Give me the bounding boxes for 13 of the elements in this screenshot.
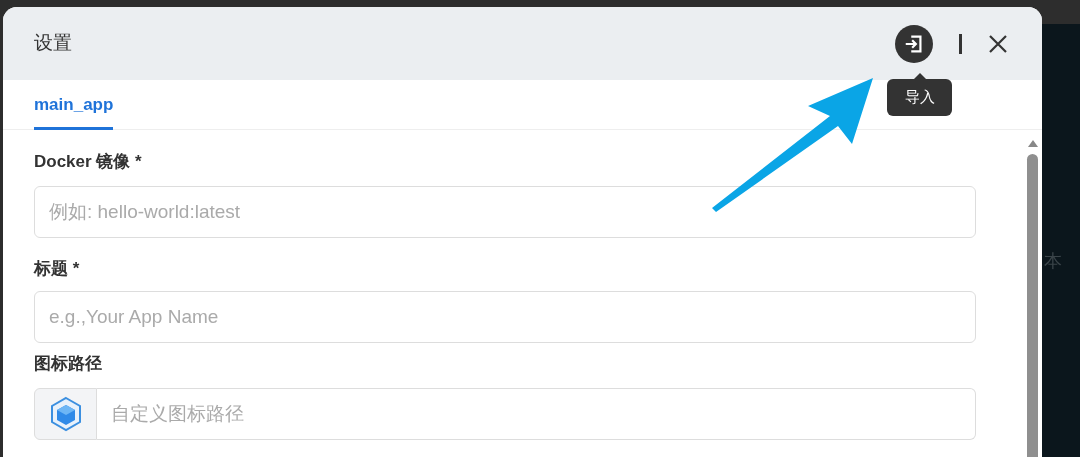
tooltip: 导入 <box>887 73 952 116</box>
field-label: 图标路径 <box>34 353 103 375</box>
input-field[interactable]: e.g.,Your App Name <box>34 291 976 343</box>
input-field[interactable]: 自定义图标路径 <box>97 387 976 440</box>
tab[interactable]: main_app <box>34 80 114 130</box>
field-label: 标题 * <box>34 257 81 280</box>
close-icon[interactable] <box>988 33 1008 54</box>
scrollbar[interactable] <box>1027 140 1039 457</box>
import-button[interactable] <box>895 24 933 63</box>
input-field[interactable]: 例如: hello-world:latest <box>34 185 976 238</box>
field-label: Docker 镜像 * <box>34 151 143 173</box>
scroll-up-icon[interactable] <box>1028 140 1038 147</box>
dialog-title: 设置 <box>34 31 73 56</box>
